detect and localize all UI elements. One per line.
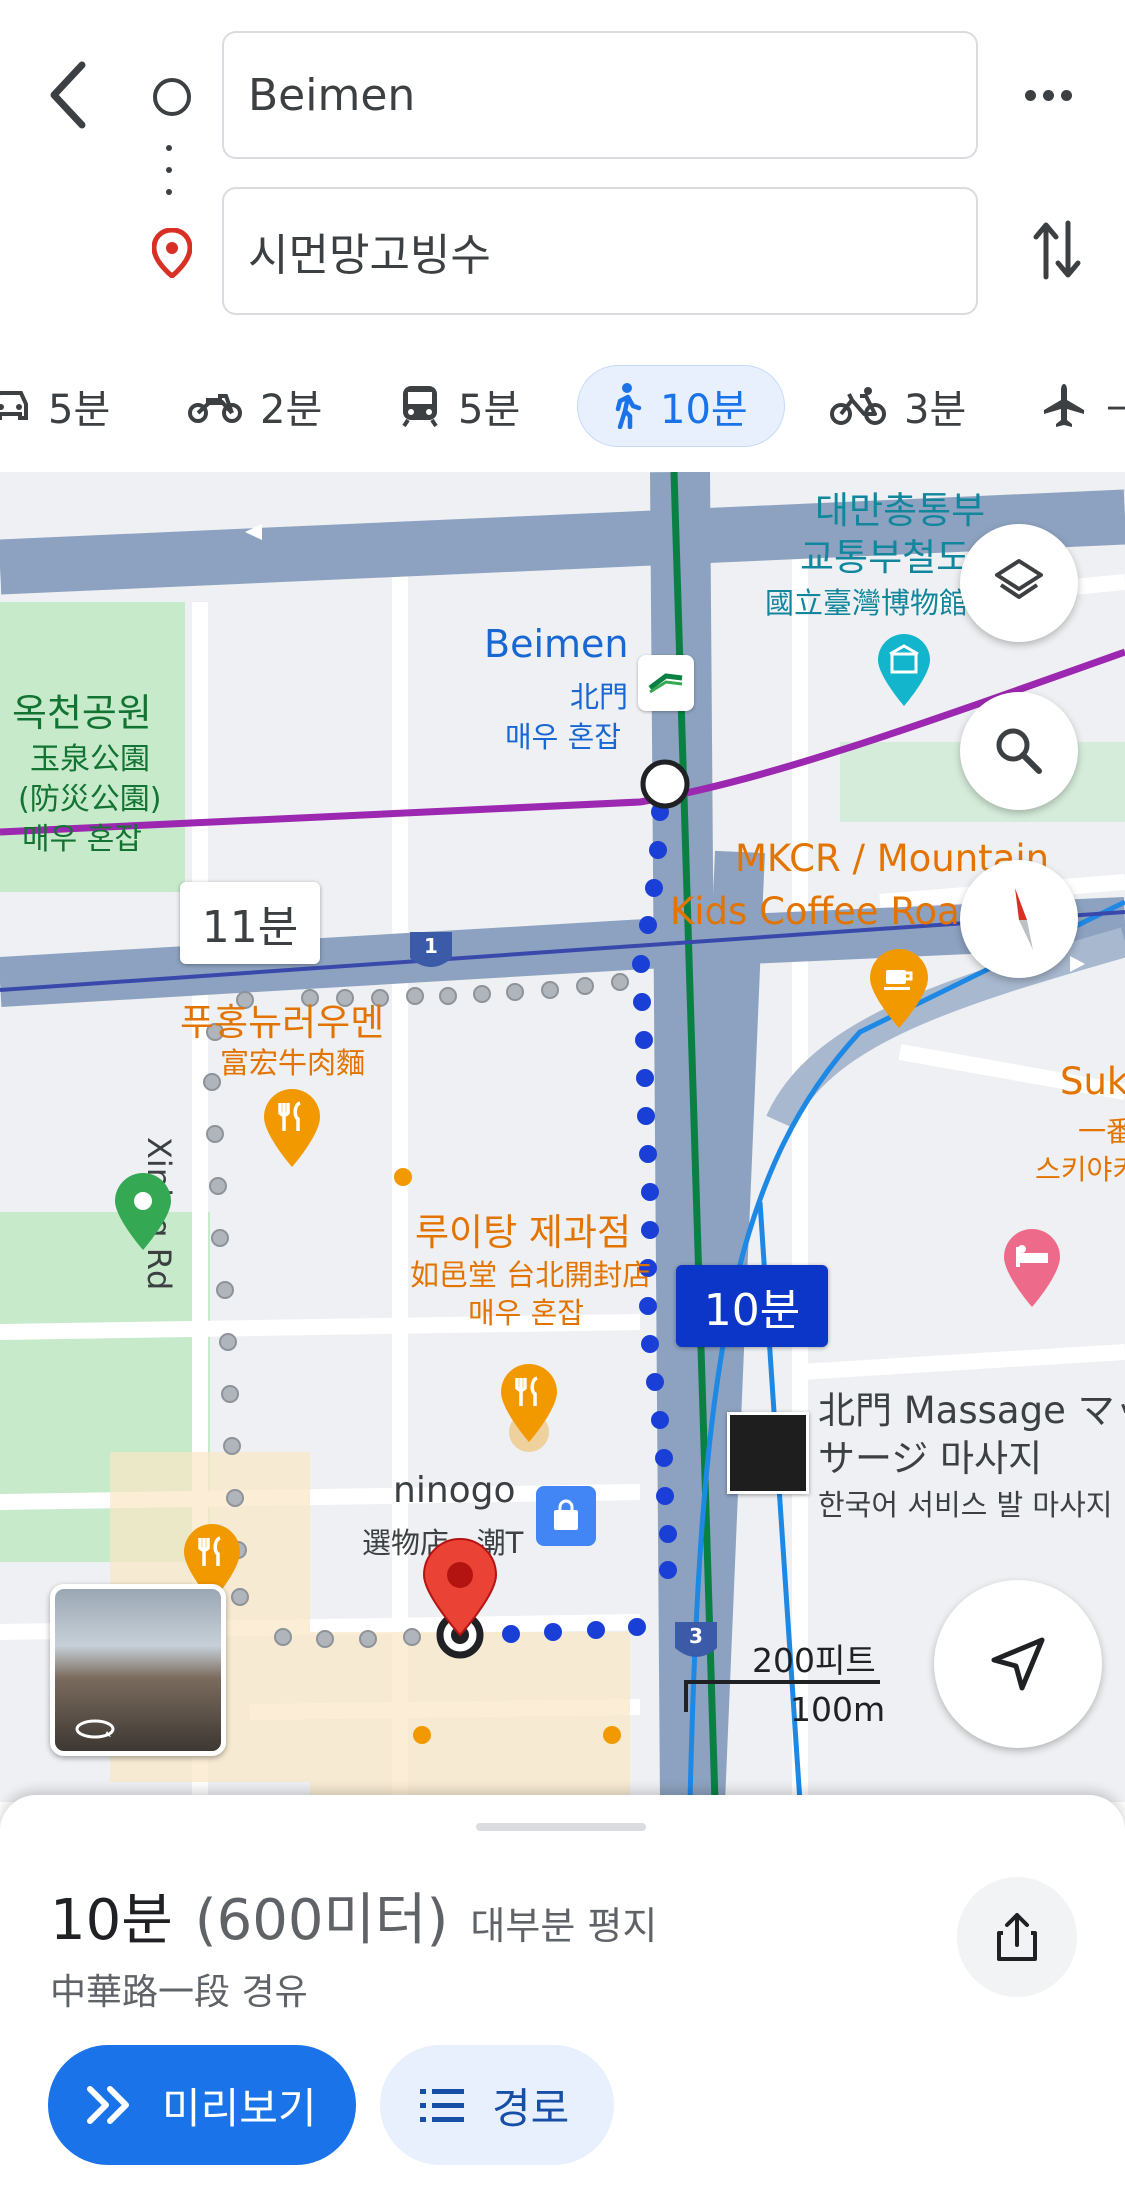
share-icon xyxy=(997,1913,1037,1961)
massage-label-1: 北門 Massage マッ xyxy=(818,1389,1125,1432)
road-shield-1: 1 xyxy=(424,934,438,958)
back-arrow-icon xyxy=(50,61,86,129)
station-label-zh: 北門 xyxy=(570,680,629,714)
mode-flight-time: — xyxy=(1106,383,1125,429)
steps-label: 경로 xyxy=(492,2083,570,2133)
massage-label-2: サージ 마사지 xyxy=(818,1437,1043,1480)
museum-label-kr2: 교통부철도 xyxy=(800,536,971,579)
layers-icon xyxy=(995,559,1043,599)
shopping-bag-icon[interactable] xyxy=(536,1486,596,1546)
swap-button[interactable] xyxy=(1030,215,1085,285)
green-place-pin-icon[interactable] xyxy=(112,1172,174,1252)
alt-route-time-callout[interactable]: 11분 xyxy=(180,882,320,964)
ninogo-label: ninogo xyxy=(393,1470,516,1511)
park-busy-label: 매우 혼잡 xyxy=(22,822,142,857)
mode-tab-bike[interactable]: 3분 xyxy=(830,365,966,447)
beef-noodle-label-kr: 푸홍뉴러우멘 xyxy=(180,1001,385,1044)
layers-button[interactable] xyxy=(960,524,1078,642)
mode-transit-time: 5분 xyxy=(458,387,521,433)
origin-text: Beimen xyxy=(248,69,416,121)
hotel-pin-icon[interactable] xyxy=(1000,1227,1064,1309)
scale-feet: 200피트 xyxy=(752,1641,876,1680)
motorcycle-icon xyxy=(188,394,242,423)
station-busy-label: 매우 혼잡 xyxy=(505,720,621,754)
park-label-zh2: (防災公園) xyxy=(18,782,162,817)
mode-tab-walk[interactable]: 10분 xyxy=(577,365,785,447)
directions-header: Beimen 시먼망고빙수 5분 2분 5분 10분 3분 — xyxy=(0,0,1125,472)
compass-icon xyxy=(1015,888,1033,950)
museum-label-kr1: 대만총통부 xyxy=(815,489,986,532)
flight-icon xyxy=(1044,384,1084,427)
route-summary-line: 10분 (600미터) 대부분 평지 xyxy=(50,1875,657,1956)
origin-circle-icon xyxy=(153,78,191,116)
destination-marker-icon[interactable] xyxy=(420,1537,500,1637)
mode-walk-time: 10분 xyxy=(660,387,748,433)
back-button[interactable] xyxy=(40,55,100,135)
bakery-label-zh: 如邑堂 台北開封店 xyxy=(410,1258,652,1292)
cafe-pin-icon[interactable] xyxy=(866,948,932,1030)
metro-station-icon[interactable] xyxy=(638,655,694,711)
dots-connector-icon xyxy=(166,145,174,201)
suk-label-zh1: 一番 xyxy=(1078,1115,1125,1148)
share-button[interactable] xyxy=(957,1877,1077,1997)
route-terrain: 대부분 평지 xyxy=(470,1904,658,1948)
swap-arrows-icon xyxy=(1033,220,1081,280)
restaurant-pin-icon[interactable] xyxy=(260,1087,324,1169)
car-icon xyxy=(0,391,28,420)
street-view-thumbnail[interactable] xyxy=(50,1584,226,1756)
bakery-label-kr: 루이탕 제과점 xyxy=(415,1211,632,1254)
sheet-drag-handle[interactable] xyxy=(476,1823,646,1831)
bike-icon xyxy=(830,387,886,425)
station-label-en: Beimen xyxy=(484,622,629,666)
origin-input[interactable]: Beimen xyxy=(222,31,978,159)
main-route-time-callout[interactable]: 10분 xyxy=(676,1265,828,1347)
mode-tab-motorcycle[interactable]: 2분 xyxy=(188,365,322,447)
rotate-360-icon xyxy=(75,1719,115,1739)
more-dots-icon xyxy=(1025,89,1072,101)
route-via: 中華路一段 경유 xyxy=(50,1972,308,2013)
beef-noodle-label-zh: 富宏牛肉麵 xyxy=(220,1046,366,1080)
preview-label: 미리보기 xyxy=(162,2083,317,2133)
search-button[interactable] xyxy=(960,692,1078,810)
museum-pin-icon[interactable] xyxy=(874,632,934,708)
destination-text: 시먼망고빙수 xyxy=(248,230,491,281)
route-summary-sheet[interactable]: 10분 (600미터) 대부분 평지 中華路一段 경유 미리보기 경로 xyxy=(0,1795,1125,2206)
park-label-kr: 옥천공원 xyxy=(12,691,152,735)
suk-label-zh2: 스키야키 xyxy=(1035,1153,1125,1186)
walk-icon xyxy=(615,383,642,429)
route-duration: 10분 xyxy=(50,1888,173,1953)
museum-label-zh: 國立臺灣博物館 xyxy=(765,586,969,620)
massage-label-3: 한국어 서비스 발 마사지 xyxy=(818,1488,1113,1522)
more-options-button[interactable] xyxy=(1025,80,1085,110)
compass-button[interactable] xyxy=(960,860,1078,978)
double-chevron-icon xyxy=(87,2086,129,2124)
my-location-button[interactable] xyxy=(934,1580,1102,1748)
destination-pin-icon xyxy=(152,228,192,278)
steps-button[interactable]: 경로 xyxy=(380,2045,614,2165)
scale-meters: 100m xyxy=(790,1690,886,1729)
list-icon xyxy=(420,2089,464,2122)
navigation-arrow-icon xyxy=(991,1637,1045,1691)
search-icon xyxy=(996,728,1042,774)
suk-label: Suk xyxy=(1060,1060,1125,1103)
map-view[interactable]: 옥천공원 玉泉公園 (防災公園) 매우 혼잡 Beimen 北門 매우 혼잡 대… xyxy=(0,472,1125,1802)
mode-tab-flight[interactable]: — xyxy=(1040,365,1125,447)
preview-button[interactable]: 미리보기 xyxy=(48,2045,356,2165)
destination-input[interactable]: 시먼망고빙수 xyxy=(222,187,978,315)
mode-tab-transit[interactable]: 5분 xyxy=(400,365,520,447)
mode-tab-car[interactable]: 5분 xyxy=(0,365,110,447)
transit-icon xyxy=(402,386,438,428)
park-label-zh1: 玉泉公園 xyxy=(30,742,150,777)
alt-route-time: 11분 xyxy=(201,902,299,953)
bakery-busy-label: 매우 혼잡 xyxy=(468,1296,584,1330)
mode-car-time: 5분 xyxy=(48,387,111,433)
main-route-time: 10분 xyxy=(703,1285,801,1336)
road-shield-3: 3 xyxy=(689,1624,703,1648)
massage-logo[interactable] xyxy=(727,1412,809,1494)
mode-bike-time: 3분 xyxy=(904,387,967,433)
mode-motorcycle-time: 2분 xyxy=(260,387,323,433)
route-distance: (600미터) xyxy=(194,1888,449,1953)
bakery-pin-icon[interactable] xyxy=(497,1362,561,1452)
